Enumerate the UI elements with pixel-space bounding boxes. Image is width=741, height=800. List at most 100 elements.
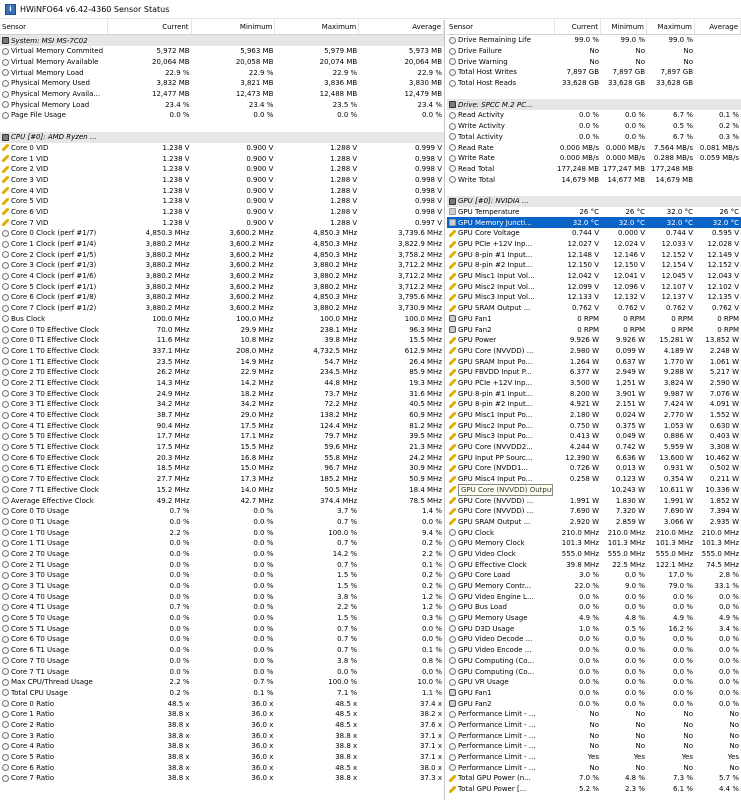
sensor-row[interactable]: Total GPU Power [... 5.2 % 2.3 % 6.1 % 4.4 % xyxy=(447,784,741,795)
sensor-row[interactable]: Core 2 VID 1.238 V 0.900 V 1.288 V 0.998 V xyxy=(0,164,444,175)
sensor-row[interactable]: Physical Memory Used 3,832 MB 3,821 MB 3,83… xyxy=(0,78,444,89)
sensor-row[interactable]: Core 0 Clock (perf #1/7) 4,850.3 MHz 3,600… xyxy=(0,228,444,239)
sensor-row[interactable]: Average Effective Clock 49.2 MHz 42.7 MHz 3… xyxy=(0,495,444,506)
sensor-row[interactable]: GPU Power 9.926 W 9.926 W 15.281 W 13.852 W xyxy=(447,335,741,346)
sensor-row[interactable]: Core 1 T0 Usage 2.2 % 0.0 % 100.0 % 9.4 % xyxy=(0,527,444,538)
header-sensor[interactable]: Sensor xyxy=(447,20,555,34)
sensor-row[interactable]: Core 6 VID 1.238 V 0.900 V 1.288 V 0.998 V xyxy=(0,207,444,218)
sensor-row[interactable]: GPU Effective Clock 39.8 MHz 22.5 MHz 122.1… xyxy=(447,559,741,570)
sensor-row[interactable]: Core 1 Ratio 38.8 x 36.0 x 48.5 x 38.2 x xyxy=(0,709,444,720)
sensor-row[interactable]: Core 3 T0 Effective Clock 24.9 MHz 18.2 MH… xyxy=(0,388,444,399)
sensor-row[interactable]: GPU Computing (Co... 0.0 % 0.0 % 0.0 % 0.0 % xyxy=(447,666,741,677)
sensor-row[interactable]: GPU Bus Load 0.0 % 0.0 % 0.0 % 0.0 % xyxy=(447,602,741,613)
sensor-row[interactable]: Drive Remaining Life 99.0 % 99.0 % 99.0 % xyxy=(447,35,741,46)
sensor-row[interactable]: Core 4 T0 Usage 0.0 % 0.0 % 3.8 % 1.2 % xyxy=(0,591,444,602)
sensor-panel-left[interactable]: Sensor Current Minimum Maximum Average S… xyxy=(0,20,445,800)
sensor-row[interactable]: Total CPU Usage 0.2 % 0.1 % 7.1 % 1.1 % xyxy=(0,688,444,699)
sensor-row[interactable]: Drive Warning No No No xyxy=(447,56,741,67)
sensor-row[interactable]: Core 1 T1 Effective Clock 23.5 MHz 14.9 MH… xyxy=(0,356,444,367)
sensor-row[interactable]: Write Activity 0.0 % 0.0 % 0.5 % 0.2 % xyxy=(447,121,741,132)
sensor-row[interactable]: GPU SRAM Output ... 2.920 W 2.859 W 3.066 W… xyxy=(447,517,741,528)
sensor-row[interactable]: GPU 8-pin #2 Input... 12.150 V 12.150 V 12.… xyxy=(447,260,741,271)
sensor-row[interactable]: Read Rate 0.000 MB/s 0.000 MB/s 7.564 MB/s 0… xyxy=(447,142,741,153)
sensor-group-header[interactable]: CPU [#0]: AMD Ryzen ... xyxy=(0,131,444,143)
sensor-row[interactable]: Core 3 VID 1.238 V 0.900 V 1.288 V 0.998 V xyxy=(0,175,444,186)
sensor-group-header[interactable]: Drive: SPCC M.2 PC... xyxy=(447,99,741,111)
sensor-row[interactable]: GPU D3D Usage 1.0 % 0.5 % 16.2 % 3.4 % xyxy=(447,623,741,634)
sensor-row[interactable]: GPU PCIe +12V Inp... 12.027 V 12.024 V 12.0… xyxy=(447,239,741,250)
sensor-row[interactable]: Write Rate 0.000 MB/s 0.000 MB/s 0.288 MB/s… xyxy=(447,153,741,164)
sensor-row[interactable]: GPU 8-pin #1 Input... 8.200 W 3.901 W 9.987… xyxy=(447,388,741,399)
sensor-row[interactable]: Core 3 T0 Usage 0.0 % 0.0 % 1.5 % 0.2 % xyxy=(0,570,444,581)
header-average[interactable]: Average xyxy=(695,20,741,34)
header-minimum[interactable]: Minimum xyxy=(601,20,647,34)
sensor-row[interactable]: GPU Misc2 Input Po... 0.750 W 0.375 W 1.053… xyxy=(447,420,741,431)
sensor-row[interactable]: Core 2 T1 Effective Clock 14.3 MHz 14.2 MH… xyxy=(0,378,444,389)
sensor-row[interactable]: GPU Core (NVDD1... 0.726 W 0.013 W 0.931 W 0… xyxy=(447,463,741,474)
sensor-row[interactable]: Core 0 T1 Usage 0.0 % 0.0 % 0.7 % 0.0 % xyxy=(0,517,444,528)
sensor-row[interactable]: GPU Core (NVVDD) ... 2.980 W 0.099 W 4.189 … xyxy=(447,346,741,357)
sensor-row[interactable]: GPU Core (NVVDD) ... 7.690 W 7.320 W 7.690 … xyxy=(447,506,741,517)
sensor-row[interactable]: Write Total 14,679 MB 14,677 MB 14,679 MB xyxy=(447,174,741,185)
sensor-row[interactable]: GPU 8-pin #2 Input... 4.921 W 2.151 W 7.424… xyxy=(447,399,741,410)
sensor-row[interactable]: GPU SRAM Input Po... 1.264 W 0.637 W 1.770 … xyxy=(447,356,741,367)
sensor-row[interactable]: Core 1 Clock (perf #1/4) 3,880.2 MHz 3,600… xyxy=(0,239,444,250)
sensor-row[interactable]: Performance Limit - ... No No No No xyxy=(447,762,741,773)
sensor-row[interactable]: GPU Core (NVVDD2... 4.244 W 0.742 W 5.959 W… xyxy=(447,442,741,453)
sensor-row[interactable]: GPU Video Engine L... 0.0 % 0.0 % 0.0 % 0.0 … xyxy=(447,591,741,602)
sensor-row[interactable]: GPU Fan1 0.0 % 0.0 % 0.0 % 0.0 % xyxy=(447,688,741,699)
sensor-row[interactable]: Core 0 Ratio 48.5 x 36.0 x 48.5 x 37.4 x xyxy=(0,698,444,709)
sensor-row[interactable]: GPU Fan2 0 RPM 0 RPM 0 RPM 0 RPM xyxy=(447,324,741,335)
sensor-row[interactable]: Virtual Memory Commited 5,972 MB 5,963 MB 5… xyxy=(0,46,444,57)
sensor-row[interactable]: Performance Limit - ... Yes Yes Yes Yes xyxy=(447,752,741,763)
sensor-row[interactable]: Core 2 Clock (perf #1/5) 3,880.2 MHz 3,600… xyxy=(0,249,444,260)
sensor-row[interactable]: Total Host Reads 33,628 GB 33,628 GB 33,628… xyxy=(447,78,741,89)
sensor-row[interactable]: Core 2 T0 Usage 0.0 % 0.0 % 14.2 % 2.2 % xyxy=(0,549,444,560)
sensor-row[interactable]: Core 1 T1 Usage 0.0 % 0.0 % 0.7 % 0.2 % xyxy=(0,538,444,549)
sensor-row[interactable]: Core 5 T0 Effective Clock 17.7 MHz 17.1 MH… xyxy=(0,431,444,442)
sensor-row[interactable]: Max CPU/Thread Usage 2.2 % 0.7 % 100.0 % 10.… xyxy=(0,677,444,688)
sensor-row[interactable]: Core 0 T1 Effective Clock 11.6 MHz 10.8 MH… xyxy=(0,335,444,346)
header-current[interactable]: Current xyxy=(555,20,601,34)
sensor-row[interactable]: Core 4 Clock (perf #1/6) 3,880.2 MHz 3,600… xyxy=(0,271,444,282)
sensor-row[interactable]: Core 7 T0 Usage 0.0 % 0.0 % 3.8 % 0.8 % xyxy=(0,656,444,667)
header-average[interactable]: Average xyxy=(359,20,444,34)
sensor-row[interactable]: Core 5 T1 Usage 0.0 % 0.0 % 0.7 % 0.0 % xyxy=(0,623,444,634)
sensor-row[interactable]: Core 3 T1 Usage 0.0 % 0.0 % 1.5 % 0.2 % xyxy=(0,581,444,592)
sensor-row[interactable]: GPU FBVDD Input P... 6.377 W 2.949 W 9.288 … xyxy=(447,367,741,378)
sensor-row[interactable]: Core 4 Ratio 38.8 x 36.0 x 38.8 x 37.1 x xyxy=(0,741,444,752)
sensor-row[interactable]: Core 4 T1 Effective Clock 90.4 MHz 17.5 MH… xyxy=(0,420,444,431)
sensor-row[interactable]: Core 3 Clock (perf #1/3) 3,880.2 MHz 3,600… xyxy=(0,260,444,271)
sensor-row[interactable]: GPU Core Voltage 0.744 V 0.000 V 0.744 V 0.5… xyxy=(447,228,741,239)
sensor-row[interactable]: Performance Limit - ... No No No No xyxy=(447,730,741,741)
sensor-row[interactable]: GPU Misc1 Input Vol... 12.042 V 12.041 V 12… xyxy=(447,271,741,282)
sensor-row[interactable]: Core 5 T1 Effective Clock 17.5 MHz 15.5 MH… xyxy=(0,442,444,453)
sensor-row[interactable]: GPU Core Load 3.0 % 0.0 % 17.0 % 2.8 % xyxy=(447,570,741,581)
sensor-row[interactable]: Core 6 T1 Usage 0.0 % 0.0 % 0.7 % 0.1 % xyxy=(0,645,444,656)
sensor-group-header[interactable]: GPU [#0]: NVIDIA ... xyxy=(447,195,741,207)
sensor-row[interactable]: Read Total 177,248 MB 177,247 MB 177,248 MB xyxy=(447,164,741,175)
sensor-row[interactable]: Bus Clock 100.0 MHz 100.0 MHz 100.0 MHz 100.… xyxy=(0,314,444,325)
sensor-row[interactable]: GPU Misc1 Input Po... 2.180 W 0.024 W 2.770… xyxy=(447,410,741,421)
sensor-row[interactable]: GPU Core (NVVDD) Output Power (sum) 10.24… xyxy=(447,483,741,496)
sensor-row[interactable]: GPU 8-pin #1 Input... 12.148 V 12.146 V 12.… xyxy=(447,249,741,260)
sensor-row[interactable]: Core 7 Clock (perf #1/2) 3,880.2 MHz 3,600… xyxy=(0,303,444,314)
sensor-row[interactable]: GPU Memory Usage 4.9 % 4.8 % 4.9 % 4.9 % xyxy=(447,613,741,624)
header-current[interactable]: Current xyxy=(108,20,192,34)
sensor-row[interactable]: Core 0 T0 Usage 0.7 % 0.0 % 3.7 % 1.4 % xyxy=(0,506,444,517)
sensor-row[interactable]: Performance Limit - ... No No No No xyxy=(447,709,741,720)
sensor-row[interactable]: Core 4 T1 Usage 0.7 % 0.0 % 2.2 % 1.2 % xyxy=(0,602,444,613)
sensor-row[interactable]: Core 1 VID 1.238 V 0.900 V 1.288 V 0.998 V xyxy=(0,153,444,164)
sensor-row[interactable]: GPU Video Encode ... 0.0 % 0.0 % 0.0 % 0.0 % xyxy=(447,645,741,656)
sensor-row[interactable]: GPU Fan2 0.0 % 0.0 % 0.0 % 0.0 % xyxy=(447,698,741,709)
sensor-row[interactable]: GPU Temperature 26 °C 26 °C 32.0 °C 26 °C xyxy=(447,207,741,218)
sensor-row[interactable]: Performance Limit - ... No No No No xyxy=(447,741,741,752)
sensor-row[interactable]: Page File Usage 0.0 % 0.0 % 0.0 % 0.0 % xyxy=(0,110,444,121)
header-maximum[interactable]: Maximum xyxy=(647,20,695,34)
sensor-row[interactable]: Core 6 T0 Usage 0.0 % 0.0 % 0.7 % 0.0 % xyxy=(0,634,444,645)
sensor-row[interactable]: Physical Memory Load 23.4 % 23.4 % 23.5 % 23… xyxy=(0,99,444,110)
sensor-row[interactable]: GPU Video Decode ... 0.0 % 0.0 % 0.0 % 0.0 % xyxy=(447,634,741,645)
sensor-row[interactable]: Core 3 T1 Effective Clock 34.2 MHz 34.2 MH… xyxy=(0,399,444,410)
sensor-row[interactable]: Core 5 VID 1.238 V 0.900 V 1.288 V 0.998 V xyxy=(0,196,444,207)
sensor-row[interactable]: Core 6 Ratio 38.8 x 36.0 x 48.5 x 38.0 x xyxy=(0,762,444,773)
